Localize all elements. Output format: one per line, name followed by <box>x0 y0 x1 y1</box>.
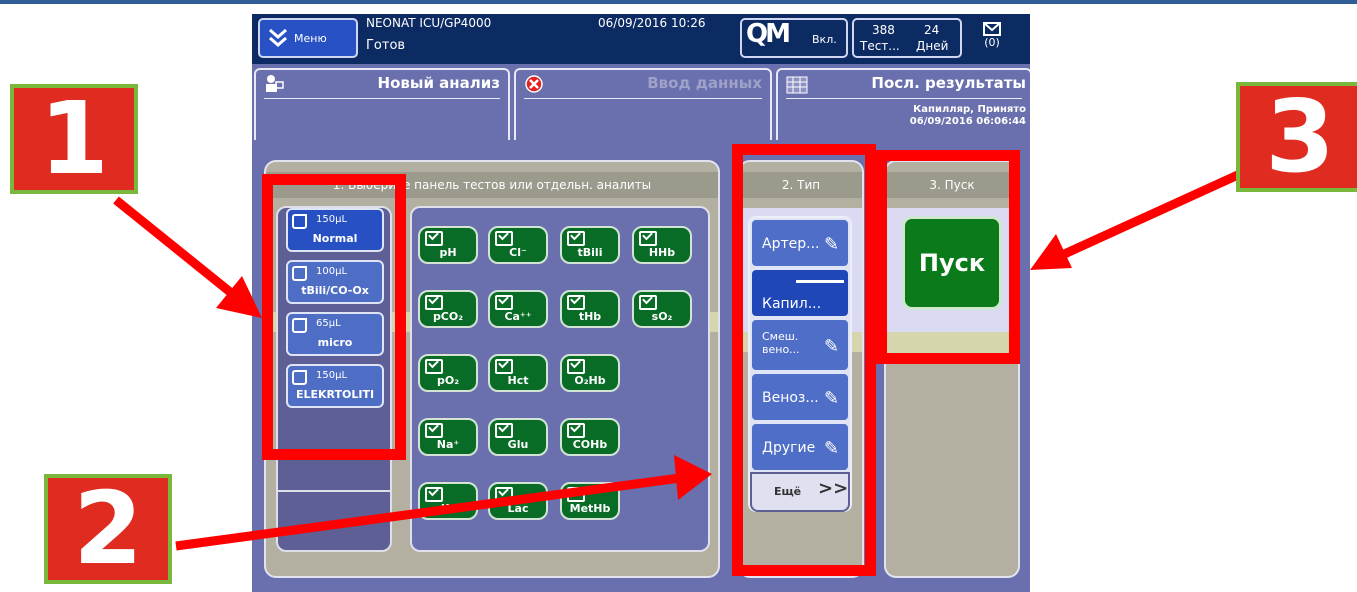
annotation-arrows <box>113 169 1242 551</box>
arrow-2-shaft <box>175 473 681 551</box>
arrow-1-shaft <box>113 196 243 304</box>
badge-2: 2 <box>44 474 172 584</box>
badge-3: 3 <box>1236 82 1357 192</box>
arrow-2-head <box>674 455 712 500</box>
arrow-3-shaft <box>1058 169 1242 261</box>
badge-1: 1 <box>10 84 138 194</box>
